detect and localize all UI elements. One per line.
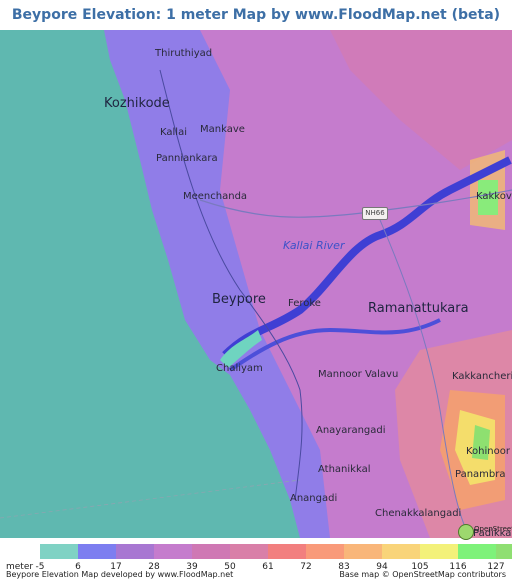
place-mankave: Mankave (200, 124, 245, 135)
legend-swatch (78, 544, 116, 559)
legend-swatch (116, 544, 154, 559)
place-thiruthiyad: Thiruthiyad (155, 48, 213, 59)
place-chaliyam: Chaliyam (216, 363, 263, 374)
place-kallai: Kallai (160, 127, 187, 138)
place-athanikkal: Athanikkal (318, 464, 371, 475)
footer-attribution: Base map © OpenStreetMap contributors (339, 570, 506, 579)
legend-swatch (382, 544, 420, 559)
legend-swatch (458, 544, 496, 559)
legend-swatch (192, 544, 230, 559)
legend-swatch (154, 544, 192, 559)
place-meenchanda: Meenchanda (183, 191, 248, 202)
place-chenakkalangadi: Chenakkalangadi (375, 508, 462, 519)
place-kakkov: Kakkov (476, 191, 512, 202)
map-title: Beypore Elevation: 1 meter Map by www.Fl… (11, 7, 501, 23)
legend-swatch (420, 544, 458, 559)
place-kohinoor: Kohinoor (466, 446, 510, 457)
legend-swatch (344, 544, 382, 559)
legend-swatch (496, 544, 512, 559)
elevation-map[interactable]: Thiruthiyad Kozhikode Kallai Mankave Pan… (0, 30, 512, 538)
label-kallai-river: Kallai River (283, 239, 345, 252)
road-shield-nh66: NH66 (362, 207, 388, 220)
place-anayarangadi: Anayarangadi (316, 425, 386, 436)
footer-credit: Beypore Elevation Map developed by www.F… (6, 570, 234, 579)
place-kakkancheri: Kakkancheri (452, 371, 512, 382)
legend-tick-label: 72 (300, 562, 312, 572)
place-kozhikode: Kozhikode (104, 96, 170, 111)
legend-swatch (40, 544, 78, 559)
place-feroke: Feroke (288, 298, 321, 309)
place-beypore: Beypore (212, 292, 266, 307)
legend-tick-label: 61 (262, 562, 274, 572)
place-ramanattukara: Ramanattukara (368, 301, 469, 316)
place-anangadi: Anangadi (290, 493, 338, 504)
place-panniankara: Panniankara (156, 153, 218, 164)
legend-swatch (230, 544, 268, 559)
openstreetmap-logo-text: OpenStreetMap (474, 525, 512, 533)
map-canvas (0, 30, 512, 538)
openstreetmap-logo-icon (458, 524, 474, 540)
place-panambra: Panambra (455, 469, 506, 480)
legend-swatch (306, 544, 344, 559)
legend-swatch (268, 544, 306, 559)
place-mannoor-valavu: Mannoor Valavu (318, 369, 399, 380)
